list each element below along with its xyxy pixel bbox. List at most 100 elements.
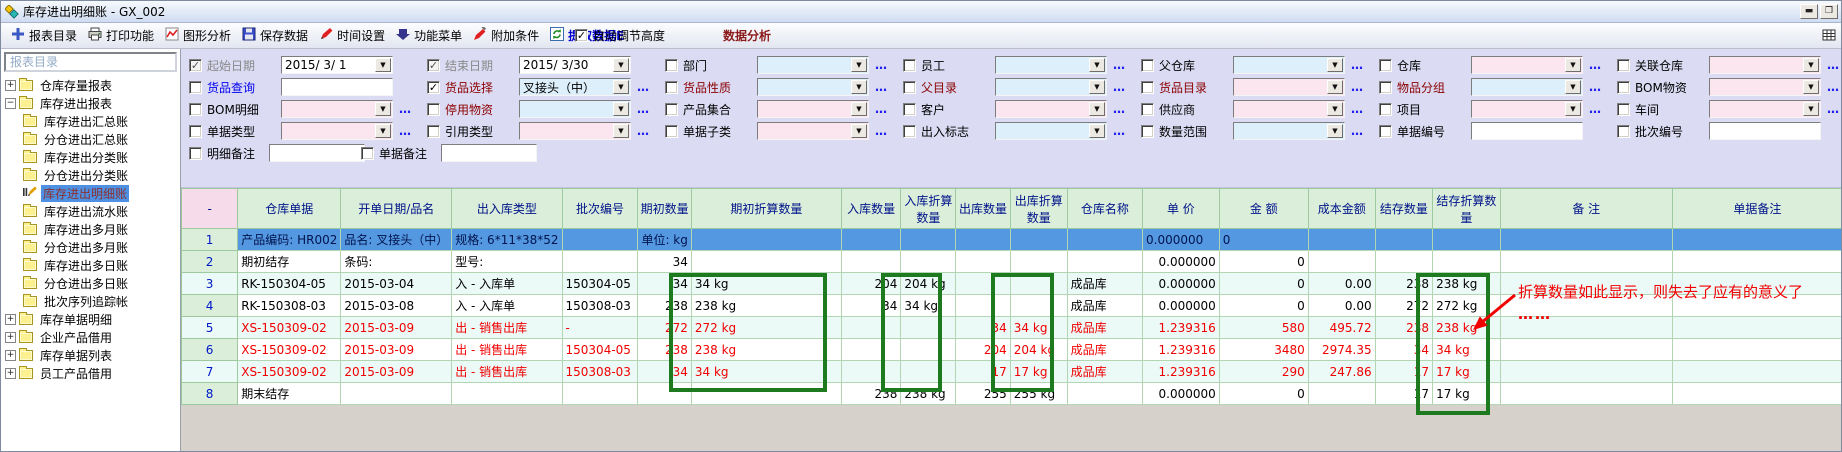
toolbar-button-保存数据[interactable]: 保存数据: [238, 25, 315, 46]
more-options-button[interactable]: …: [1113, 58, 1126, 72]
dropdown-arrow-icon[interactable]: ▼: [1089, 102, 1105, 116]
cell[interactable]: [956, 229, 1011, 251]
cell[interactable]: [956, 251, 1011, 273]
dropdown-arrow-icon[interactable]: ▼: [851, 80, 867, 94]
filter-checkbox-单据类型[interactable]: [189, 125, 202, 138]
filter-checkbox-数量范围[interactable]: [1141, 125, 1154, 138]
catalog-search-input[interactable]: 报表目录: [4, 52, 177, 72]
filter-field-供应商[interactable]: ▼: [1233, 100, 1345, 118]
cell[interactable]: 150308-03: [562, 295, 638, 317]
cell[interactable]: 0: [1219, 273, 1308, 295]
cell[interactable]: [1433, 229, 1501, 251]
filter-field-车间[interactable]: ▼: [1709, 100, 1821, 118]
cell[interactable]: XS-150309-02: [238, 361, 341, 383]
more-options-button[interactable]: …: [875, 80, 888, 94]
cell[interactable]: [1010, 273, 1067, 295]
sidebar-item-库存进出多月账[interactable]: 库存进出多月账: [1, 220, 180, 238]
filter-field-引用类型[interactable]: ▼: [519, 122, 631, 140]
filter-field-货品选择[interactable]: 叉接头（中）▼: [519, 78, 631, 96]
cell[interactable]: [901, 317, 956, 339]
cell[interactable]: 成品库: [1067, 273, 1142, 295]
more-options-button[interactable]: …: [1351, 102, 1364, 116]
cell[interactable]: 期末结存: [238, 383, 341, 405]
more-options-button[interactable]: …: [875, 102, 888, 116]
cell[interactable]: 1.239316: [1143, 317, 1220, 339]
cell[interactable]: [638, 383, 691, 405]
filter-checkbox-货品选择[interactable]: ✓: [427, 81, 440, 94]
cell[interactable]: [1672, 251, 1842, 273]
cell[interactable]: 34: [841, 295, 900, 317]
cell[interactable]: [956, 273, 1011, 295]
filter-checkbox-引用类型[interactable]: [427, 125, 440, 138]
cell[interactable]: 2015-03-09: [341, 361, 452, 383]
cell[interactable]: [341, 383, 452, 405]
cell[interactable]: 238: [1375, 317, 1432, 339]
filter-field-客户[interactable]: ▼: [995, 100, 1107, 118]
cell[interactable]: 34: [638, 361, 691, 383]
dropdown-arrow-icon[interactable]: ▼: [1089, 124, 1105, 138]
more-options-button[interactable]: …: [1113, 80, 1126, 94]
cell[interactable]: 34 kg: [901, 295, 956, 317]
more-options-button[interactable]: …: [1827, 58, 1840, 72]
cell[interactable]: 出 - 销售出库: [452, 361, 562, 383]
filter-checkbox-供应商[interactable]: [1141, 103, 1154, 116]
cell[interactable]: 3480: [1219, 339, 1308, 361]
cell[interactable]: 34: [638, 273, 691, 295]
auto-height-checkbox[interactable]: ✓: [575, 29, 588, 42]
cell[interactable]: [841, 251, 900, 273]
cell[interactable]: 238: [1375, 273, 1432, 295]
sidebar-item-分仓进出多日账[interactable]: 分仓进出多日账: [1, 274, 180, 292]
filter-field-仓库[interactable]: ▼: [1471, 56, 1583, 74]
filter-checkbox-货品性质[interactable]: [665, 81, 678, 94]
cell[interactable]: 0.000000: [1143, 295, 1220, 317]
filter-field-货品查询[interactable]: [281, 78, 393, 96]
cell[interactable]: 17: [1375, 383, 1432, 405]
cell[interactable]: RK-150304-05: [238, 273, 341, 295]
toolbar-button-功能菜单[interactable]: 功能菜单: [392, 25, 469, 46]
dropdown-arrow-icon[interactable]: ▼: [1089, 58, 1105, 72]
cell[interactable]: [1010, 251, 1067, 273]
cell[interactable]: [1433, 251, 1501, 273]
cell[interactable]: 6: [182, 339, 238, 361]
cell[interactable]: 产品编码: HR002: [238, 229, 341, 251]
cell[interactable]: 品名: 叉接头（中）: [341, 229, 452, 251]
sidebar-item-库存进出多日账[interactable]: 库存进出多日账: [1, 256, 180, 274]
sidebar-item-库存进出汇总账[interactable]: 库存进出汇总账: [1, 112, 180, 130]
expand-icon[interactable]: +: [5, 80, 16, 91]
cell[interactable]: 2015-03-09: [341, 317, 452, 339]
expand-icon[interactable]: +: [5, 332, 16, 343]
cell[interactable]: 0.000000: [1143, 273, 1220, 295]
expand-icon[interactable]: +: [5, 368, 16, 379]
cell[interactable]: 出 - 销售出库: [452, 339, 562, 361]
filter-checkbox-项目[interactable]: [1379, 103, 1392, 116]
cell[interactable]: 成品库: [1067, 339, 1142, 361]
cell[interactable]: 272: [638, 317, 691, 339]
cell[interactable]: 17 kg: [1433, 361, 1501, 383]
dropdown-arrow-icon[interactable]: ▼: [1803, 58, 1819, 72]
cell[interactable]: 0.000000: [1143, 383, 1220, 405]
cell[interactable]: 入 - 入库单: [452, 295, 562, 317]
filter-checkbox-出入标志[interactable]: [903, 125, 916, 138]
cell[interactable]: [1672, 339, 1842, 361]
cell[interactable]: [841, 229, 900, 251]
cell[interactable]: [1672, 361, 1842, 383]
cell[interactable]: [691, 229, 841, 251]
cell[interactable]: 2974.35: [1308, 339, 1375, 361]
filter-field-起始日期[interactable]: 2015/ 3/ 1▼: [281, 56, 393, 74]
dropdown-arrow-icon[interactable]: ▼: [613, 80, 629, 94]
more-options-button[interactable]: …: [1113, 102, 1126, 116]
filter-field-数量范围[interactable]: ▼: [1233, 122, 1345, 140]
data-analysis-button[interactable]: 数据分析: [723, 27, 771, 44]
filter-checkbox-货品查询[interactable]: [189, 81, 202, 94]
cell[interactable]: 238: [638, 295, 691, 317]
cell[interactable]: 290: [1219, 361, 1308, 383]
grid-icon[interactable]: [1822, 28, 1836, 42]
toolbar-button-附加条件[interactable]: 附加条件: [469, 25, 546, 46]
cell[interactable]: 580: [1219, 317, 1308, 339]
filter-checkbox-BOM明细[interactable]: [189, 103, 202, 116]
cell[interactable]: XS-150309-02: [238, 339, 341, 361]
dropdown-arrow-icon[interactable]: ▼: [1565, 102, 1581, 116]
collapse-icon[interactable]: −: [5, 98, 16, 109]
cell[interactable]: 255 kg: [1010, 383, 1067, 405]
dropdown-arrow-icon[interactable]: ▼: [851, 102, 867, 116]
